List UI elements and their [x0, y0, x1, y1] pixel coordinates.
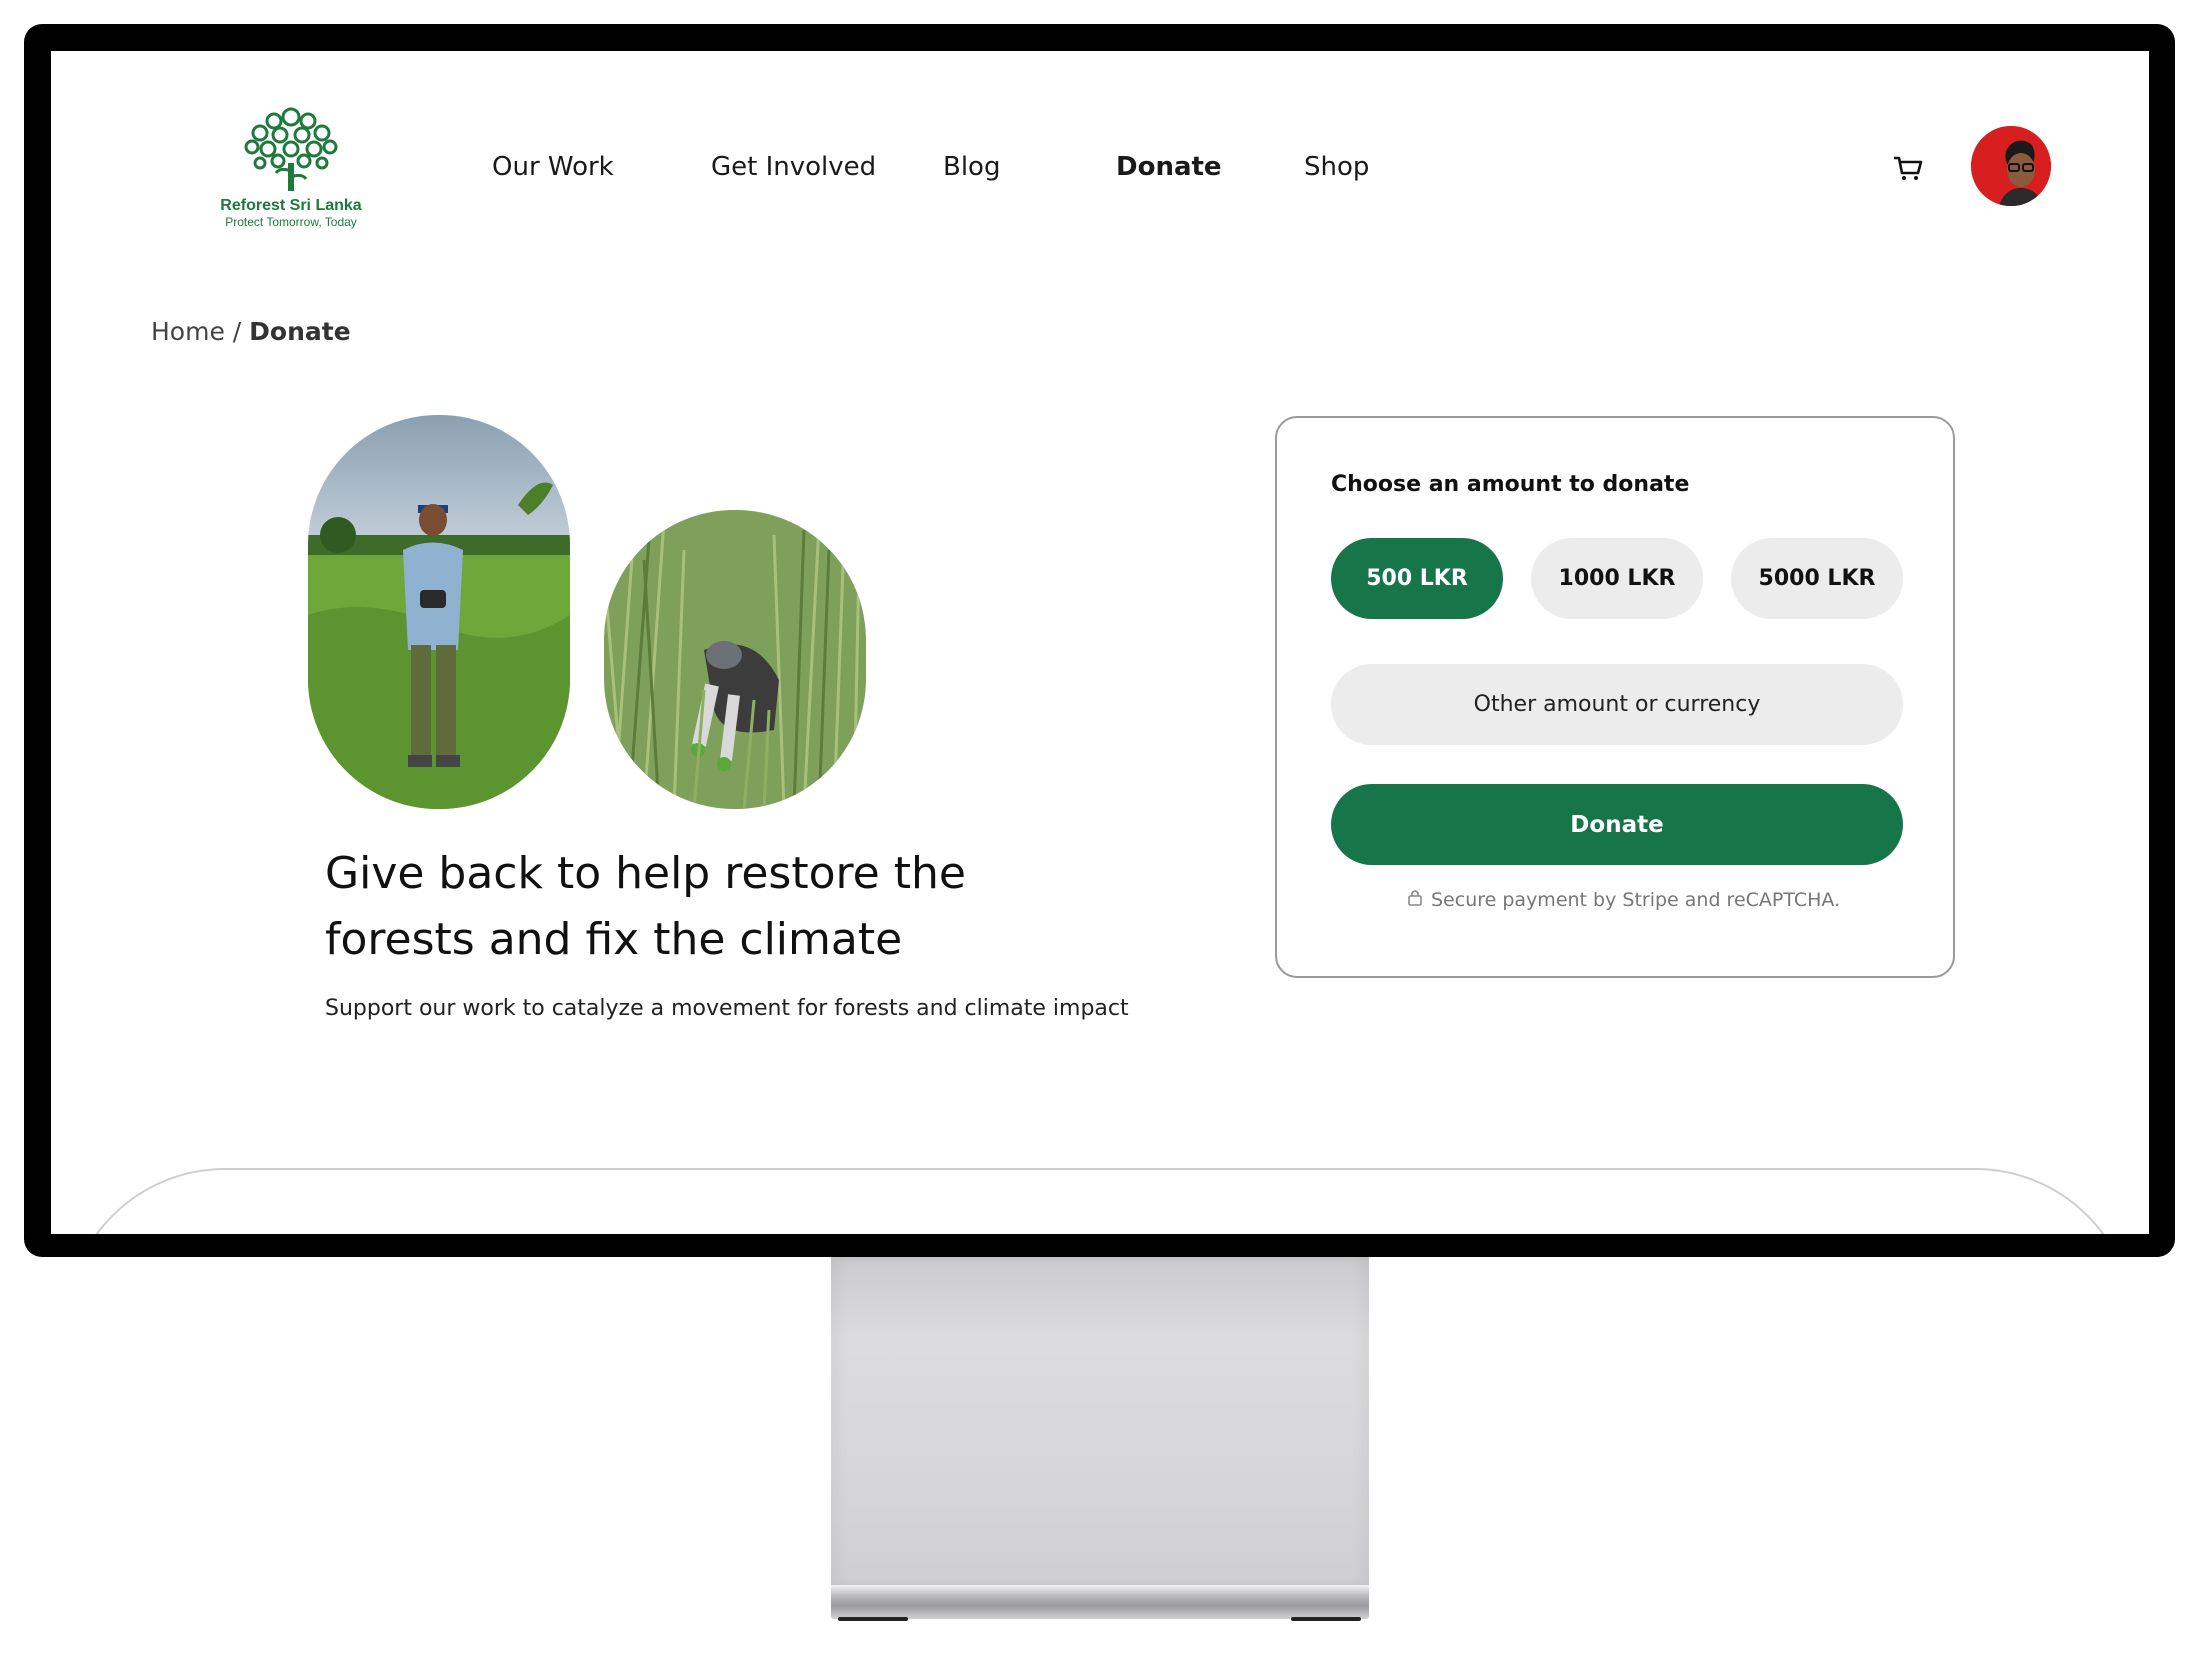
- secure-payment-text: Secure payment by Stripe and reCAPTCHA.: [1431, 888, 1841, 911]
- brand-name: Reforest Sri Lanka: [220, 197, 362, 214]
- monitor-stand: [831, 1257, 1369, 1587]
- brand-tagline: Protect Tomorrow, Today: [225, 215, 357, 229]
- breadcrumb-home[interactable]: Home: [151, 317, 225, 346]
- hero-subtext: Support our work to catalyze a movement …: [325, 996, 1129, 1021]
- amount-option-500[interactable]: 500 LKR: [1331, 538, 1503, 619]
- nav-item-donate[interactable]: Donate: [1116, 152, 1222, 182]
- secure-payment-note: Secure payment by Stripe and reCAPTCHA.: [1407, 888, 1840, 911]
- breadcrumb-separator: /: [232, 317, 242, 346]
- donate-card: Choose an amount to donate 500 LKR 1000 …: [1275, 416, 1955, 978]
- nav-item-get-involved[interactable]: Get Involved: [711, 152, 876, 182]
- user-avatar[interactable]: [1971, 126, 2051, 206]
- breadcrumb-current: Donate: [249, 317, 351, 346]
- brand-logo[interactable]: Reforest Sri Lanka Protect Tomorrow, Tod…: [201, 101, 381, 241]
- breadcrumb: Home / Donate: [151, 317, 351, 346]
- stand-foot-left: [838, 1617, 908, 1621]
- screen: Reforest Sri Lanka Protect Tomorrow, Tod…: [51, 51, 2149, 1234]
- stand-foot-right: [1291, 1617, 1361, 1621]
- hero-headline: Give back to help restore the forests an…: [325, 848, 966, 965]
- amount-option-1000[interactable]: 1000 LKR: [1531, 538, 1703, 619]
- volunteer-standing-photo: [308, 415, 570, 809]
- cart-icon[interactable]: [1891, 151, 1925, 185]
- donate-button[interactable]: Donate: [1331, 784, 1903, 865]
- lock-icon: [1407, 888, 1423, 911]
- donate-card-title: Choose an amount to donate: [1331, 472, 1690, 497]
- monitor-stand-base: [831, 1585, 1369, 1619]
- screen-bottom-curve: [65, 1168, 2135, 1234]
- volunteer-planting-photo: [604, 510, 866, 809]
- amount-option-5000[interactable]: 5000 LKR: [1731, 538, 1903, 619]
- tree-logo-icon: [244, 107, 338, 191]
- nav-item-shop[interactable]: Shop: [1304, 152, 1369, 182]
- nav-item-blog[interactable]: Blog: [943, 152, 1000, 182]
- other-amount-button[interactable]: Other amount or currency: [1331, 664, 1903, 745]
- nav-item-our-work[interactable]: Our Work: [492, 152, 614, 182]
